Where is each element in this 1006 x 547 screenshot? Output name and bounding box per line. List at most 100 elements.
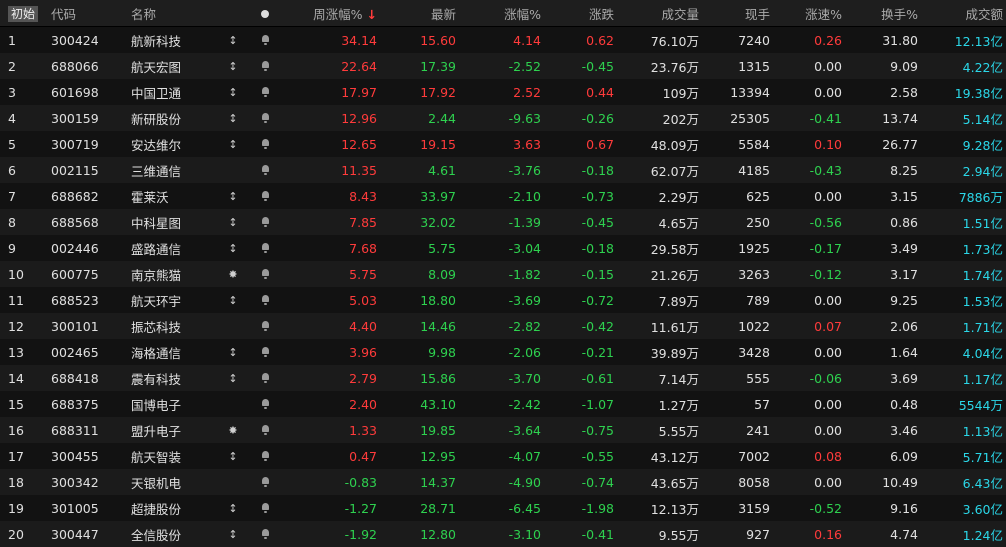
stock-name[interactable]: 中科星图 (126, 213, 218, 232)
header-current-hand[interactable]: 现手 (707, 4, 778, 23)
table-row[interactable]: 5 300719 安达维尔 ↕ 12.65 19.15 3.63 0.67 48.09万 5584… (0, 131, 1006, 157)
change-value: -0.41 (581, 526, 614, 542)
bell-icon[interactable] (261, 528, 270, 539)
header-speed[interactable]: 涨速% (778, 4, 850, 23)
header-amount[interactable]: 成交额 (926, 4, 1006, 23)
stock-name[interactable]: 全信股份 (126, 525, 218, 544)
table-row[interactable]: 2 688066 航天宏图 ↕ 22.64 17.39 -2.52 -0.45 23.76万 13… (0, 53, 1006, 79)
stock-name[interactable]: 盛路通信 (126, 239, 218, 258)
initial-sort-badge[interactable]: 初始 (8, 5, 39, 22)
table-row[interactable]: 7 688682 霍莱沃 ↕ 8.43 33.97 -2.10 -0.73 2.29万 625 0.… (0, 183, 1006, 209)
table-row[interactable]: 11 688523 航天环宇 ↕ 5.03 18.80 -3.69 -0.72 7.89万 789… (0, 287, 1006, 313)
stock-name[interactable]: 航新科技 (126, 31, 218, 50)
stock-name[interactable]: 中国卫通 (126, 83, 218, 102)
table-row[interactable]: 6 002115 三维通信 11.35 4.61 -3.76 -0.18 62.07万 4185… (0, 157, 1006, 183)
alert-cell[interactable] (248, 397, 282, 412)
table-row[interactable]: 19 301005 超捷股份 ↕ -1.27 28.71 -6.45 -1.98 12.13万 3… (0, 495, 1006, 521)
stock-name[interactable]: 南京熊猫 (126, 265, 218, 284)
bell-icon[interactable] (261, 476, 270, 487)
bell-icon[interactable] (261, 268, 270, 279)
stock-name[interactable]: 震有科技 (126, 369, 218, 388)
alert-cell[interactable] (248, 59, 282, 74)
stock-name[interactable]: 航天宏图 (126, 57, 218, 76)
table-row[interactable]: 14 688418 震有科技 ↕ 2.79 15.86 -3.70 -0.61 7.14万 555… (0, 365, 1006, 391)
header-index[interactable]: 初始 (0, 5, 44, 22)
stock-name[interactable]: 霍莱沃 (126, 187, 218, 206)
table-row[interactable]: 3 601698 中国卫通 ↕ 17.97 17.92 2.52 0.44 109万 13394 0… (0, 79, 1006, 105)
header-turnover[interactable]: 换手% (850, 4, 926, 23)
volume-value: 39.89万 (650, 345, 699, 361)
alert-cell[interactable] (248, 33, 282, 48)
bell-icon[interactable] (261, 164, 270, 175)
alert-cell[interactable] (248, 215, 282, 230)
stock-name[interactable]: 海格通信 (126, 343, 218, 362)
alert-cell[interactable] (248, 85, 282, 100)
stock-name[interactable]: 新研股份 (126, 109, 218, 128)
bell-icon[interactable] (261, 502, 270, 513)
table-row[interactable]: 15 688375 国博电子 2.40 43.10 -2.42 -1.07 1.27万 57 0.… (0, 391, 1006, 417)
alert-cell[interactable] (248, 345, 282, 360)
alert-cell[interactable] (248, 527, 282, 542)
latest-price-value: 14.37 (420, 474, 456, 490)
latest-price-value: 12.80 (420, 526, 456, 542)
stock-name[interactable]: 安达维尔 (126, 135, 218, 154)
stock-name[interactable]: 三维通信 (126, 161, 218, 180)
table-row[interactable]: 16 688311 盟升电子 ✸ 1.33 19.85 -3.64 -0.75 5.55万 241… (0, 417, 1006, 443)
table-row[interactable]: 17 300455 航天智装 ↕ 0.47 12.95 -4.07 -0.55 43.12万 70… (0, 443, 1006, 469)
alert-cell[interactable] (248, 501, 282, 516)
header-change-pct[interactable]: 涨幅% (464, 4, 549, 23)
alert-cell[interactable] (248, 189, 282, 204)
bell-icon[interactable] (261, 320, 270, 331)
bell-icon[interactable] (261, 398, 270, 409)
stock-name[interactable]: 航天智装 (126, 447, 218, 466)
header-code[interactable]: 代码 (44, 4, 126, 23)
alert-cell[interactable] (248, 423, 282, 438)
bell-icon[interactable] (261, 294, 270, 305)
stock-code: 300342 (51, 474, 99, 490)
header-change[interactable]: 涨跌 (549, 4, 622, 23)
table-row[interactable]: 12 300101 振芯科技 4.40 14.46 -2.82 -0.42 11.61万 102… (0, 313, 1006, 339)
bell-icon[interactable] (261, 60, 270, 71)
bell-icon[interactable] (261, 346, 270, 357)
table-row[interactable]: 8 688568 中科星图 ↕ 7.85 32.02 -1.39 -0.45 4.65万 250 -… (0, 209, 1006, 235)
alert-cell[interactable] (248, 241, 282, 256)
header-alert[interactable] (248, 6, 282, 21)
stock-name[interactable]: 超捷股份 (126, 499, 218, 518)
bell-icon[interactable] (261, 86, 270, 97)
alert-cell[interactable] (248, 163, 282, 178)
table-row[interactable]: 9 002446 盛路通信 ↕ 7.68 5.75 -3.04 -0.18 29.58万 1925… (0, 235, 1006, 261)
alert-cell[interactable] (248, 449, 282, 464)
bell-icon[interactable] (261, 242, 270, 253)
bell-icon[interactable] (261, 190, 270, 201)
stock-name[interactable]: 天银机电 (126, 473, 218, 492)
table-row[interactable]: 18 300342 天银机电 -0.83 14.37 -4.90 -0.74 43.65万 80… (0, 469, 1006, 495)
alert-cell[interactable] (248, 111, 282, 126)
bell-icon[interactable] (261, 450, 270, 461)
alert-cell[interactable] (248, 293, 282, 308)
stock-name[interactable]: 航天环宇 (126, 291, 218, 310)
bell-icon[interactable] (261, 216, 270, 227)
bell-icon[interactable] (261, 372, 270, 383)
stock-name[interactable]: 国博电子 (126, 395, 218, 414)
alert-cell[interactable] (248, 475, 282, 490)
header-name[interactable]: 名称 (126, 4, 218, 23)
alert-cell[interactable] (248, 371, 282, 386)
bell-icon[interactable] (261, 112, 270, 123)
bell-icon[interactable] (261, 34, 270, 45)
header-latest[interactable]: 最新 (385, 4, 464, 23)
stock-name[interactable]: 盟升电子 (126, 421, 218, 440)
alert-cell[interactable] (248, 267, 282, 282)
header-week-change[interactable]: 周涨幅% ↓ (282, 4, 385, 23)
bell-icon[interactable] (261, 138, 270, 149)
table-row[interactable]: 1 300424 航新科技 ↕ 34.14 15.60 4.14 0.62 76.10万 7240… (0, 27, 1006, 53)
table-row[interactable]: 10 600775 南京熊猫 ✸ 5.75 8.09 -1.82 -0.15 21.26万 326… (0, 261, 1006, 287)
stock-name[interactable]: 振芯科技 (126, 317, 218, 336)
stock-code: 002465 (51, 344, 99, 360)
header-volume[interactable]: 成交量 (622, 4, 707, 23)
table-row[interactable]: 13 002465 海格通信 ↕ 3.96 9.98 -2.06 -0.21 39.89万 342… (0, 339, 1006, 365)
bell-icon[interactable] (261, 424, 270, 435)
table-row[interactable]: 20 300447 全信股份 ↕ -1.92 12.80 -3.10 -0.41 9.55万 92… (0, 521, 1006, 547)
table-row[interactable]: 4 300159 新研股份 ↕ 12.96 2.44 -9.63 -0.26 202万 25305… (0, 105, 1006, 131)
alert-cell[interactable] (248, 319, 282, 334)
alert-cell[interactable] (248, 137, 282, 152)
